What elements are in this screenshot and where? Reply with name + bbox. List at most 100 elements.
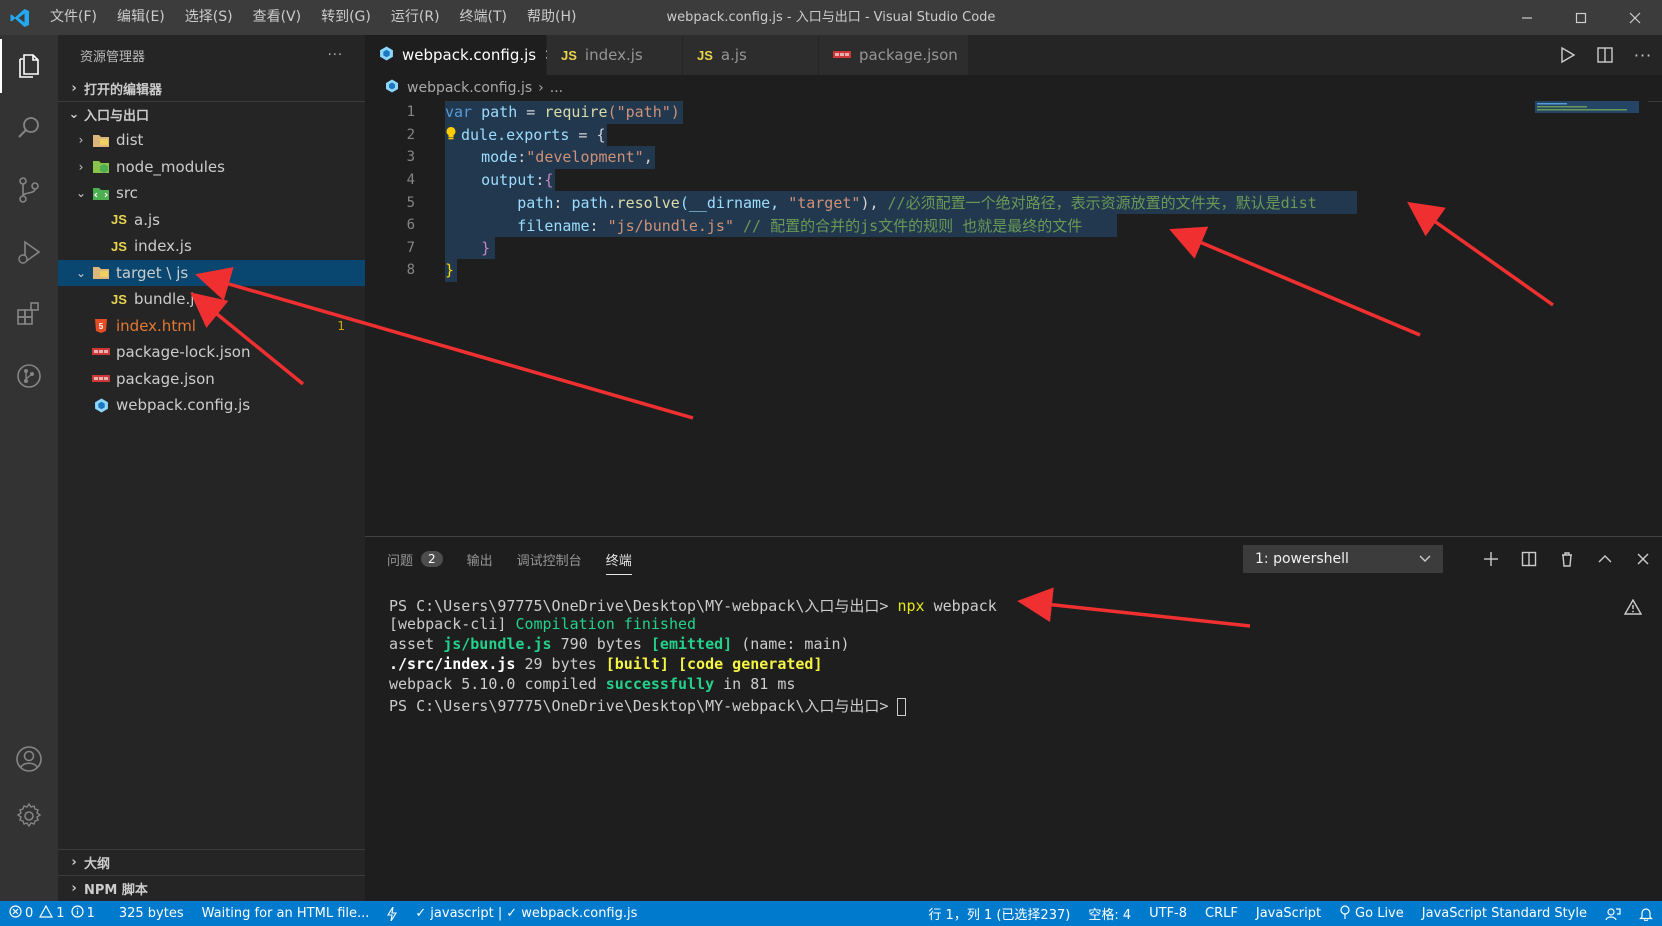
- code-line: 6 filename: "js/bundle.js" // 配置的合并的js文件…: [365, 213, 1535, 237]
- explorer-icon[interactable]: [0, 35, 58, 97]
- js-icon: JS: [697, 48, 713, 63]
- minimize-icon[interactable]: [1500, 0, 1554, 35]
- npm-scripts-section[interactable]: › NPM 脚本: [58, 875, 365, 901]
- encoding[interactable]: UTF-8: [1140, 906, 1196, 921]
- warning-icon[interactable]: [1623, 598, 1643, 619]
- tree-item[interactable]: › node_modules: [58, 154, 365, 181]
- tab-index-js[interactable]: JS index.js: [547, 35, 683, 75]
- close-panel-icon[interactable]: [1624, 553, 1662, 565]
- menu-item[interactable]: 转到(G): [311, 0, 381, 35]
- menu-item[interactable]: 运行(R): [381, 0, 450, 35]
- src-folder-icon: [90, 186, 112, 201]
- tab-label: index.js: [584, 46, 643, 64]
- chevron-right-icon: ›: [71, 855, 77, 870]
- run-icon[interactable]: [1548, 46, 1586, 64]
- split-terminal-icon[interactable]: [1510, 551, 1548, 567]
- settings-gear-icon[interactable]: [0, 785, 58, 847]
- menu-item[interactable]: 终端(T): [450, 0, 517, 35]
- tab-webpack-config-js[interactable]: webpack.config.js✕: [365, 35, 557, 75]
- tree-item[interactable]: 5 index.html 1: [58, 313, 365, 340]
- tree-item-label: dist: [116, 131, 144, 150]
- workspace-label: 入口与出口: [84, 109, 150, 124]
- tree-item[interactable]: ⌄ src: [58, 180, 365, 207]
- webpack-icon: [90, 398, 112, 413]
- more-actions-icon[interactable]: ···: [1624, 46, 1662, 65]
- new-terminal-icon[interactable]: [1472, 551, 1510, 567]
- tree-item[interactable]: JS index.js: [58, 233, 365, 260]
- info-icon: [70, 905, 84, 922]
- outline-section[interactable]: › 大纲: [58, 849, 365, 875]
- open-editors-section[interactable]: › 打开的编辑器: [58, 75, 365, 101]
- tree-item[interactable]: package-lock.json: [58, 339, 365, 366]
- breadcrumb-file[interactable]: webpack.config.js: [407, 80, 532, 96]
- language-mode[interactable]: JavaScript: [1247, 906, 1330, 921]
- tree-item[interactable]: JS bundle.js: [58, 286, 365, 313]
- run-debug-icon[interactable]: [0, 221, 58, 283]
- lightbulb-icon[interactable]: [445, 126, 461, 144]
- folder-icon: [90, 133, 112, 148]
- split-editor-icon[interactable]: [1586, 46, 1624, 64]
- open-editors-label: 打开的编辑器: [84, 82, 163, 98]
- html-preview-status[interactable]: Waiting for an HTML file...: [193, 906, 379, 921]
- menu-item[interactable]: 文件(F): [40, 0, 107, 35]
- vscode-logo-icon: [0, 0, 40, 35]
- maximize-icon[interactable]: [1554, 0, 1608, 35]
- workspace-section[interactable]: ⌄ 入口与出口: [58, 101, 365, 127]
- tree-item[interactable]: package.json: [58, 366, 365, 393]
- trash-icon[interactable]: [1548, 551, 1586, 567]
- indentation[interactable]: 空格: 4: [1079, 904, 1140, 923]
- error-icon: [9, 905, 22, 922]
- code-line: 3 mode:"development",: [365, 146, 1535, 169]
- tree-item[interactable]: JS a.js: [58, 207, 365, 234]
- close-icon[interactable]: [1608, 0, 1662, 35]
- extensions-icon[interactable]: [0, 283, 58, 345]
- account-icon[interactable]: [0, 728, 58, 790]
- problems-status[interactable]: 0 1 1: [0, 904, 104, 922]
- feedback-icon[interactable]: [1596, 907, 1630, 921]
- panel-tab[interactable]: 输出: [467, 537, 493, 581]
- line-number: 4: [406, 172, 415, 189]
- panel-tab[interactable]: 调试控制台: [517, 537, 582, 581]
- tree-item[interactable]: ⌄ target \ js: [58, 259, 365, 286]
- file-size-status[interactable]: 325 bytes: [110, 906, 193, 921]
- menu-item[interactable]: 查看(V): [243, 0, 312, 35]
- menu-item[interactable]: 编辑(E): [107, 0, 175, 35]
- source-control-icon[interactable]: [0, 159, 58, 221]
- js-standard-style[interactable]: JavaScript Standard Style: [1413, 906, 1596, 921]
- eslint-status[interactable]: ✓ javascript | ✓ webpack.config.js: [406, 906, 646, 921]
- menu-item[interactable]: 选择(S): [175, 0, 243, 35]
- chevron-right-icon: ›: [78, 133, 84, 148]
- tree-item[interactable]: webpack.config.js: [58, 392, 365, 419]
- js-icon: JS: [111, 291, 127, 307]
- error-count: 0: [25, 906, 34, 921]
- tab-a-js[interactable]: JS a.js: [683, 35, 819, 75]
- terminal-output[interactable]: PS C:\Users\97775\OneDrive\Desktop\MY-we…: [389, 595, 997, 716]
- chevron-down-icon: ⌄: [68, 107, 80, 122]
- line-ending[interactable]: CRLF: [1196, 906, 1247, 921]
- code-editor[interactable]: 1 var path = require("path") 2 dule.expo…: [365, 101, 1535, 531]
- file-tree: › dist › node_modules ⌄ src JS a.js JS index.js ⌄ t…: [58, 127, 365, 419]
- git-graph-icon[interactable]: [0, 345, 58, 407]
- panel-tab[interactable]: 终端: [605, 537, 632, 581]
- terminal-select[interactable]: 1: powershell: [1243, 545, 1443, 573]
- terminal-line: webpack 5.10.0 compiled successfully in …: [389, 675, 796, 693]
- notifications-bell-icon[interactable]: [1630, 907, 1662, 921]
- chevron-right-icon: ›: [78, 159, 84, 174]
- maximize-panel-icon[interactable]: [1586, 554, 1624, 564]
- breadcrumb-rest[interactable]: ...: [550, 80, 563, 96]
- menu-item[interactable]: 帮助(H): [517, 0, 586, 35]
- cursor-position[interactable]: 行 1，列 1 (已选择237): [919, 904, 1079, 923]
- search-icon[interactable]: [0, 97, 58, 159]
- chevron-down-icon: [1419, 551, 1431, 567]
- terminal-line: [webpack-cli] Compilation finished: [389, 615, 697, 633]
- minimap[interactable]: [1533, 101, 1643, 531]
- go-live-button[interactable]: Go Live: [1330, 904, 1413, 923]
- editor-tabs: webpack.config.js✕ JS index.js JS a.js packag…: [365, 35, 1662, 75]
- panel-tab[interactable]: 问题 2: [387, 537, 443, 581]
- more-actions-icon[interactable]: ···: [328, 48, 343, 63]
- tab-package-json[interactable]: package.json: [819, 35, 969, 75]
- lightning-icon[interactable]: [378, 906, 406, 921]
- tab-label: webpack.config.js: [402, 46, 537, 64]
- tree-item-label: package-lock.json: [116, 343, 251, 362]
- tree-item[interactable]: › dist: [58, 127, 365, 154]
